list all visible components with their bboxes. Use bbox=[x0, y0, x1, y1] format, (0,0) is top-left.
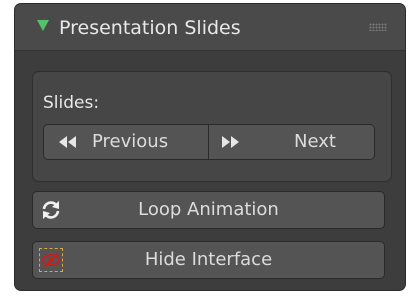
fast-forward-icon bbox=[222, 136, 239, 148]
panel-title: Presentation Slides bbox=[59, 17, 241, 39]
panel-header[interactable]: Presentation Slides bbox=[15, 4, 405, 51]
next-button[interactable]: Next bbox=[209, 125, 374, 159]
collapse-triangle-icon[interactable] bbox=[37, 20, 49, 31]
presentation-slides-panel: Presentation Slides Slides: Previous Nex… bbox=[15, 4, 405, 290]
rewind-icon bbox=[59, 136, 76, 148]
loop-animation-button[interactable]: Loop Animation bbox=[32, 191, 385, 229]
slides-label: Slides: bbox=[43, 93, 100, 113]
slides-nav-buttons: Previous Next bbox=[43, 124, 375, 160]
previous-button[interactable]: Previous bbox=[44, 125, 209, 159]
drag-grip-icon[interactable] bbox=[369, 23, 387, 31]
hide-interface-button[interactable]: Hide Interface bbox=[32, 241, 385, 279]
loop-animation-label: Loop Animation bbox=[138, 199, 279, 220]
slides-group: Slides: Previous Next bbox=[32, 71, 392, 182]
next-label: Next bbox=[294, 131, 336, 152]
previous-label: Previous bbox=[92, 131, 169, 152]
hide-interface-label: Hide Interface bbox=[144, 249, 273, 270]
